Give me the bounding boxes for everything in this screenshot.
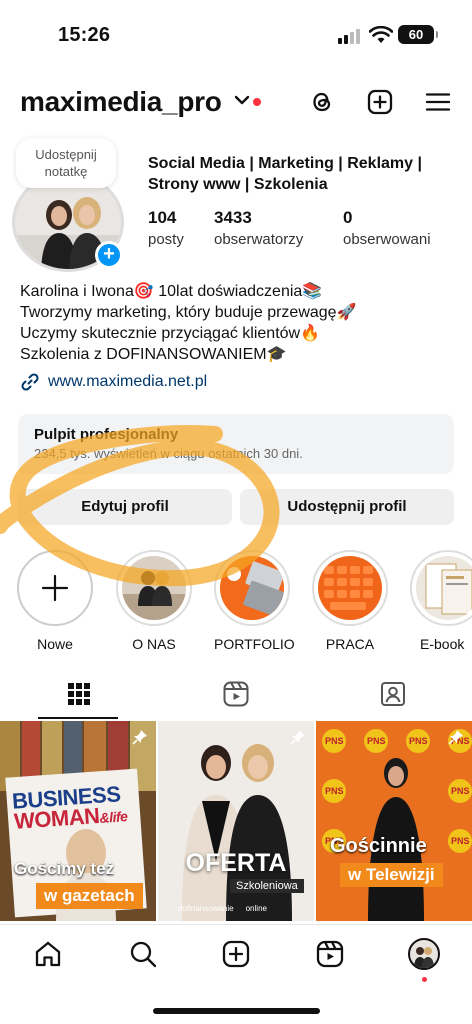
- highlight-cover-image: [318, 556, 382, 620]
- stat-number: 104: [148, 208, 177, 227]
- posts-grid: BUSINESS WOMAN&life Gościmy też w gazeta…: [0, 721, 472, 921]
- home-icon[interactable]: [33, 939, 63, 969]
- reels-nav-icon[interactable]: [315, 939, 345, 969]
- plus-icon: [41, 574, 69, 602]
- post-thumbnail[interactable]: BUSINESS WOMAN&life Gościmy też w gazeta…: [0, 721, 156, 921]
- post-thumbnail[interactable]: PNS PNS PNS PNS PNS PNS PNS PNS Gościnnie w T…: [316, 721, 472, 921]
- highlight-label: PRACA: [325, 636, 375, 652]
- highlight-new[interactable]: Nowe: [17, 550, 93, 652]
- tab-grid[interactable]: [0, 668, 157, 720]
- post-overlay-text: w gazetach: [36, 883, 143, 909]
- stat-label: posty: [148, 231, 184, 248]
- search-icon[interactable]: [128, 939, 158, 969]
- post-overlay-text: Gościnnie: [330, 835, 427, 857]
- link-icon: [21, 373, 39, 391]
- note-line-2: notatkę: [44, 164, 88, 179]
- highlight-cover-image: [122, 556, 186, 620]
- share-profile-button[interactable]: Udostępnij profil: [240, 489, 454, 525]
- active-tab-indicator: [38, 717, 118, 719]
- svg-text:PNS: PNS: [325, 736, 344, 746]
- post-tag: online: [245, 904, 267, 913]
- bio-line: Tworzymy marketing, który buduje przewag…: [20, 304, 357, 321]
- battery-icon: 60: [398, 25, 438, 44]
- highlight-e-book[interactable]: E-book: [410, 550, 472, 652]
- notification-dot: [253, 98, 261, 106]
- bio-line: Uczymy skutecznie przyciągać klientów🔥: [20, 325, 321, 342]
- stat-posts[interactable]: 104 posty: [148, 208, 184, 248]
- cellular-signal-icon: [338, 28, 362, 44]
- tab-tagged[interactable]: [314, 668, 471, 720]
- threads-icon[interactable]: [308, 88, 336, 116]
- home-indicator: [153, 1008, 320, 1014]
- post-thumbnail[interactable]: OFERTA Szkoleniowa dofinansowanie online: [158, 721, 314, 921]
- post-overlay-text: w Telewizji: [340, 863, 443, 887]
- edit-profile-button[interactable]: Edytuj profil: [18, 489, 232, 525]
- tagged-icon: [380, 682, 405, 706]
- magazine-woman: WOMAN: [13, 803, 101, 834]
- stat-label: obserwowani: [343, 231, 431, 248]
- svg-text:PNS: PNS: [409, 736, 428, 746]
- menu-icon[interactable]: [424, 88, 452, 116]
- wifi-icon: [369, 26, 393, 43]
- highlight-label: O NAS: [132, 636, 176, 652]
- post-tags: dofinansowanie online: [178, 904, 267, 913]
- pin-icon: [290, 730, 305, 745]
- profile-header: maximedia_pro: [0, 84, 472, 124]
- category-line: Strony www | Szkolenia: [148, 176, 328, 193]
- category-line: Social Media | Marketing | Reklamy |: [148, 155, 422, 172]
- svg-text:PNS: PNS: [325, 786, 344, 796]
- profile-bio: Karolina i Iwona🎯 10lat doświadczenia📚 T…: [20, 281, 460, 365]
- pin-icon: [448, 730, 463, 745]
- username[interactable]: maximedia_pro: [20, 86, 222, 118]
- stat-label: obserwatorzy: [214, 231, 304, 248]
- profile-category: Social Media | Marketing | Reklamy | Str…: [148, 153, 458, 195]
- svg-text:PNS: PNS: [451, 836, 470, 846]
- post-overlay-title: OFERTA: [185, 849, 287, 877]
- create-icon[interactable]: [221, 939, 251, 969]
- bio-line: Karolina i Iwona🎯 10lat doświadczenia📚: [20, 283, 323, 300]
- add-story-plus-icon[interactable]: +: [95, 241, 123, 269]
- stat-following[interactable]: 0 obserwowani: [343, 208, 431, 248]
- svg-text:PNS: PNS: [367, 736, 386, 746]
- grid-icon: [67, 683, 90, 705]
- svg-text:PNS: PNS: [451, 786, 470, 796]
- share-note-bubble[interactable]: Udostępnij notatkę: [16, 138, 116, 188]
- note-line-1: Udostępnij: [35, 147, 97, 162]
- highlight-portfolio[interactable]: PORTFOLIO: [214, 550, 295, 652]
- highlight-label: Nowe: [37, 636, 73, 652]
- highlight-praca[interactable]: PRACA: [312, 550, 388, 652]
- dashboard-title: Pulpit profesjonalny: [34, 426, 179, 443]
- pin-icon: [132, 730, 147, 745]
- chevron-down-icon[interactable]: [234, 94, 250, 106]
- tab-reels[interactable]: [157, 668, 314, 720]
- professional-dashboard[interactable]: Pulpit profesjonalny 234,5 tys. wyświetl…: [18, 414, 454, 474]
- notification-dot: [422, 977, 427, 982]
- link-text[interactable]: www.maximedia.net.pl: [48, 373, 207, 391]
- highlight-cover-image: [220, 556, 284, 620]
- highlight-label: PORTFOLIO: [214, 636, 295, 652]
- dashboard-subtitle: 234,5 tys. wyświetleń w ciągu ostatnich …: [34, 446, 303, 461]
- status-time: 15:26: [58, 24, 111, 46]
- stat-number: 3433: [214, 208, 252, 227]
- magazine-life: &life: [98, 808, 128, 826]
- profile-link[interactable]: www.maximedia.net.pl: [20, 372, 207, 392]
- status-bar: 15:26 60: [0, 0, 472, 70]
- post-overlay-subtitle: Szkoleniowa: [230, 879, 304, 893]
- highlight-o-nas[interactable]: O NAS: [116, 550, 192, 652]
- post-tag: dofinansowanie: [178, 904, 234, 913]
- highlight-cover-image: [416, 556, 472, 620]
- profile-avatar-icon[interactable]: [408, 938, 440, 970]
- add-post-icon[interactable]: [366, 88, 394, 116]
- post-overlay-text: Gościmy też: [14, 859, 115, 878]
- profile-tabs: [0, 668, 472, 720]
- bio-line: Szkolenia z DOFINANSOWANIEM🎓: [20, 346, 287, 363]
- highlight-label: E-book: [420, 636, 465, 652]
- stat-number: 0: [343, 208, 353, 227]
- stat-followers[interactable]: 3433 obserwatorzy: [214, 208, 303, 248]
- reels-icon: [223, 681, 248, 707]
